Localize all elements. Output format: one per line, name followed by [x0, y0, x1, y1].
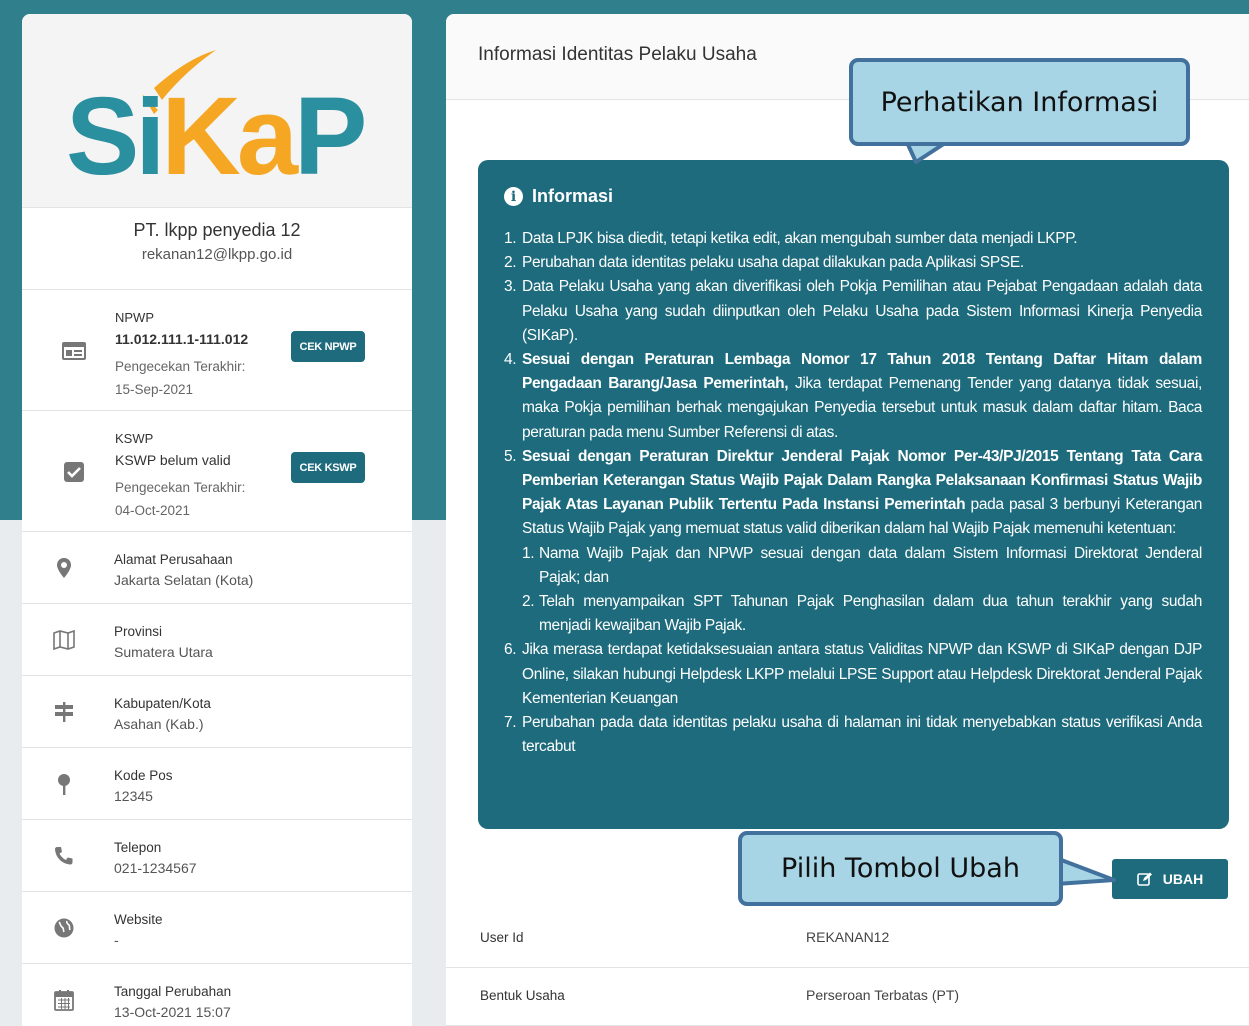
- kodepos-row: Kode Pos 12345: [22, 748, 412, 820]
- ubah-label: UBAH: [1162, 871, 1204, 887]
- kswp-label: KSWP: [115, 431, 154, 446]
- profile-sidebar: SiKaP PT. lkpp penyedia 12 rekanan12@lkp…: [22, 14, 412, 1026]
- npwp-check-date: 15-Sep-2021: [115, 382, 194, 397]
- phone-icon: [55, 847, 73, 865]
- checkbox-icon: [64, 462, 84, 482]
- sikap-logo: SiKaP: [66, 50, 366, 184]
- detail-value: Perseroan Terbatas (PT): [806, 987, 960, 1003]
- kswp-value: KSWP belum valid: [115, 452, 231, 468]
- info-subitem: 1. Nama Wajib Pajak dan NPWP sesuai denga…: [522, 544, 1202, 586]
- info-item: 1. Data LPJK bisa diedit, tetapi ketika e…: [504, 230, 1078, 247]
- telepon-label: Telepon: [114, 840, 162, 855]
- svg-text:SiKaP: SiKaP: [66, 75, 364, 184]
- ubah-button[interactable]: UBAH: [1112, 859, 1228, 899]
- info-item: 2. Perubahan data identitas pelaku usaha …: [504, 254, 1024, 272]
- callout-pilih-tombol-ubah: Pilih Tombol Ubah: [738, 831, 1063, 906]
- npwp-check-label: Pengecekan Terakhir:: [115, 359, 246, 374]
- globe-icon: [54, 918, 74, 938]
- detail-key: User Id: [480, 930, 524, 945]
- kabupaten-value: Asahan (Kab.): [114, 716, 204, 732]
- info-item: 3. Data Pelaku Usaha yang akan diverifika…: [504, 278, 1202, 344]
- company-info: PT. lkpp penyedia 12 rekanan12@lkpp.go.i…: [22, 208, 412, 290]
- info-heading-text: Informasi: [532, 186, 614, 206]
- detail-key: Bentuk Usaha: [480, 988, 565, 1003]
- kodepos-label: Kode Pos: [114, 768, 173, 783]
- tanggal-perubahan-row: Tanggal Perubahan 13-Oct-2021 15:07: [22, 964, 412, 1026]
- alamat-value: Jakarta Selatan (Kota): [114, 572, 254, 588]
- info-item: 5. Sesuai dengan Peraturan Direktur Jende…: [504, 445, 1202, 639]
- info-icon: i: [504, 187, 523, 206]
- company-name: PT. lkpp penyedia 12: [133, 220, 301, 240]
- npwp-section: NPWP 11.012.111.1-111.012 Pengecekan Ter…: [22, 290, 412, 411]
- npwp-value: 11.012.111.1-111.012: [115, 331, 249, 347]
- signpost-icon: [55, 702, 73, 722]
- info-sublist: 1. Nama Wajib Pajak dan NPWP sesuai denga…: [522, 542, 1202, 639]
- map-icon: [53, 629, 75, 651]
- info-item: 6. Jika merasa terdapat ketidaksesuaian a…: [504, 641, 1202, 707]
- callout-top-text: Perhatikan Informasi: [880, 86, 1159, 118]
- calendar-icon: [54, 990, 74, 1011]
- kabupaten-label: Kabupaten/Kota: [114, 696, 211, 711]
- alamat-row: Alamat Perusahaan Jakarta Selatan (Kota): [22, 532, 412, 604]
- website-value: -: [114, 932, 119, 948]
- kabupaten-row: Kabupaten/Kota Asahan (Kab.): [22, 676, 412, 748]
- info-item: 4. Sesuai dengan Peraturan Lembaga Nomor …: [504, 351, 1203, 441]
- website-label: Website: [114, 912, 163, 927]
- info-item: 7. Perubahan pada data identitas pelaku u…: [504, 714, 1202, 756]
- info-subitem: 2. Telah menyampaikan SPT Tahunan Pajak P…: [522, 593, 1202, 635]
- cek-kswp-button[interactable]: CEK KSWP: [291, 452, 365, 483]
- kswp-check-date: 04-Oct-2021: [115, 503, 191, 518]
- logo-area: SiKaP: [22, 14, 412, 208]
- provinsi-label: Provinsi: [114, 624, 163, 639]
- npwp-label: NPWP: [115, 310, 154, 325]
- tanggal-perubahan-value: 13-Oct-2021 15:07: [114, 1004, 231, 1020]
- company-email: rekanan12@lkpp.go.id: [141, 246, 293, 263]
- detail-row-bentuk-usaha: Bentuk Usaha Perseroan Terbatas (PT): [446, 968, 1249, 1026]
- kswp-section: KSWP KSWP belum valid Pengecekan Terakhi…: [22, 411, 412, 532]
- map-pin-icon: [57, 558, 71, 578]
- pin-icon: [58, 774, 70, 795]
- callout-perhatikan-informasi: Perhatikan Informasi: [849, 58, 1190, 146]
- callout-tail-bottom: [1056, 856, 1116, 886]
- callout-bottom-text: Pilih Tombol Ubah: [781, 853, 1020, 884]
- website-row: Website -: [22, 892, 412, 964]
- kswp-check-label: Pengecekan Terakhir:: [115, 480, 246, 495]
- info-list: 1. Data LPJK bisa diedit, tetapi ketika e…: [504, 227, 1202, 759]
- kodepos-value: 12345: [114, 788, 153, 804]
- information-box: i Informasi 1. Data LPJK bisa diedit, tet…: [478, 160, 1229, 829]
- id-card-icon: [62, 342, 86, 360]
- cek-npwp-button[interactable]: CEK NPWP: [291, 331, 365, 362]
- provinsi-value: Sumatera Utara: [114, 644, 213, 660]
- alamat-label: Alamat Perusahaan: [114, 552, 233, 567]
- tanggal-perubahan-label: Tanggal Perubahan: [114, 984, 232, 999]
- edit-icon: [1136, 872, 1152, 886]
- detail-row-user-id: User Id REKANAN12: [446, 910, 1249, 968]
- provinsi-row: Provinsi Sumatera Utara: [22, 604, 412, 676]
- info-heading: i Informasi: [504, 186, 1202, 207]
- telepon-value: 021-1234567: [114, 860, 197, 876]
- telepon-row: Telepon 021-1234567: [22, 820, 412, 892]
- detail-value: REKANAN12: [806, 929, 890, 945]
